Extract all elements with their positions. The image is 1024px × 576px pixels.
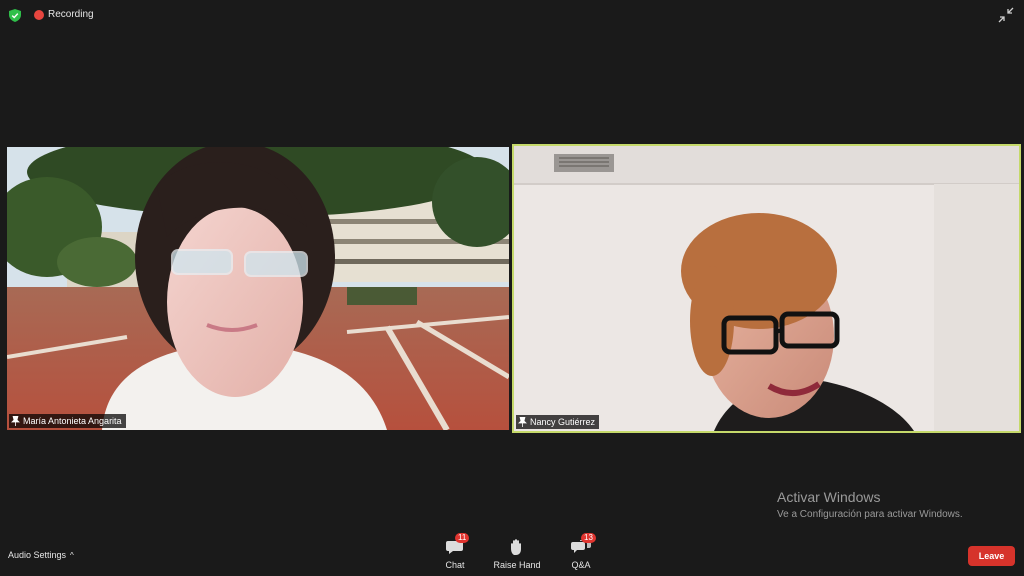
leave-button[interactable]: Leave [968, 546, 1015, 566]
participant-name-tag: Nancy Gutiérrez [516, 415, 600, 429]
recording-indicator-icon [34, 10, 44, 20]
chat-count-badge: 11 [455, 533, 470, 543]
raise-hand-label: Raise Hand [493, 560, 541, 570]
qa-count-badge: 13 [581, 533, 596, 543]
chevron-up-icon: ^ [70, 550, 74, 560]
participant-name-tag: María Antonieta Angarita [9, 414, 126, 428]
minimize-icon[interactable] [996, 6, 1016, 24]
audio-settings-button[interactable]: Audio Settings ^ [8, 550, 74, 560]
raise-hand-button[interactable]: Raise Hand [491, 538, 543, 570]
qa-button[interactable]: 13 Q&A [562, 533, 600, 570]
qa-label: Q&A [571, 560, 591, 570]
shield-check-icon[interactable] [9, 9, 21, 22]
windows-activation-watermark: Activar Windows Ve a Configuración para … [777, 489, 963, 520]
watermark-title: Activar Windows [777, 489, 881, 505]
pin-icon [518, 417, 527, 427]
video-tile-participant-1[interactable]: María Antonieta Angarita [7, 147, 509, 430]
recording-label: Recording [48, 9, 94, 20]
hand-icon [511, 539, 521, 555]
meeting-controls-bar: Audio Settings ^ 11 Chat Raise Hand 13 Q… [0, 530, 1024, 576]
participant-name: Nancy Gutiérrez [530, 417, 596, 427]
chat-button[interactable]: 11 Chat [438, 533, 472, 570]
video-feed-1 [7, 147, 509, 430]
chat-label: Chat [445, 560, 465, 570]
video-tile-participant-2-active-speaker[interactable]: Nancy Gutiérrez [512, 144, 1021, 433]
audio-settings-label: Audio Settings [8, 550, 67, 560]
meeting-top-bar: Recording [0, 0, 1024, 30]
participant-name: María Antonieta Angarita [23, 416, 122, 426]
video-feed-2 [514, 146, 1019, 431]
pin-icon [11, 416, 20, 426]
watermark-subtitle: Ve a Configuración para activar Windows. [777, 509, 963, 520]
